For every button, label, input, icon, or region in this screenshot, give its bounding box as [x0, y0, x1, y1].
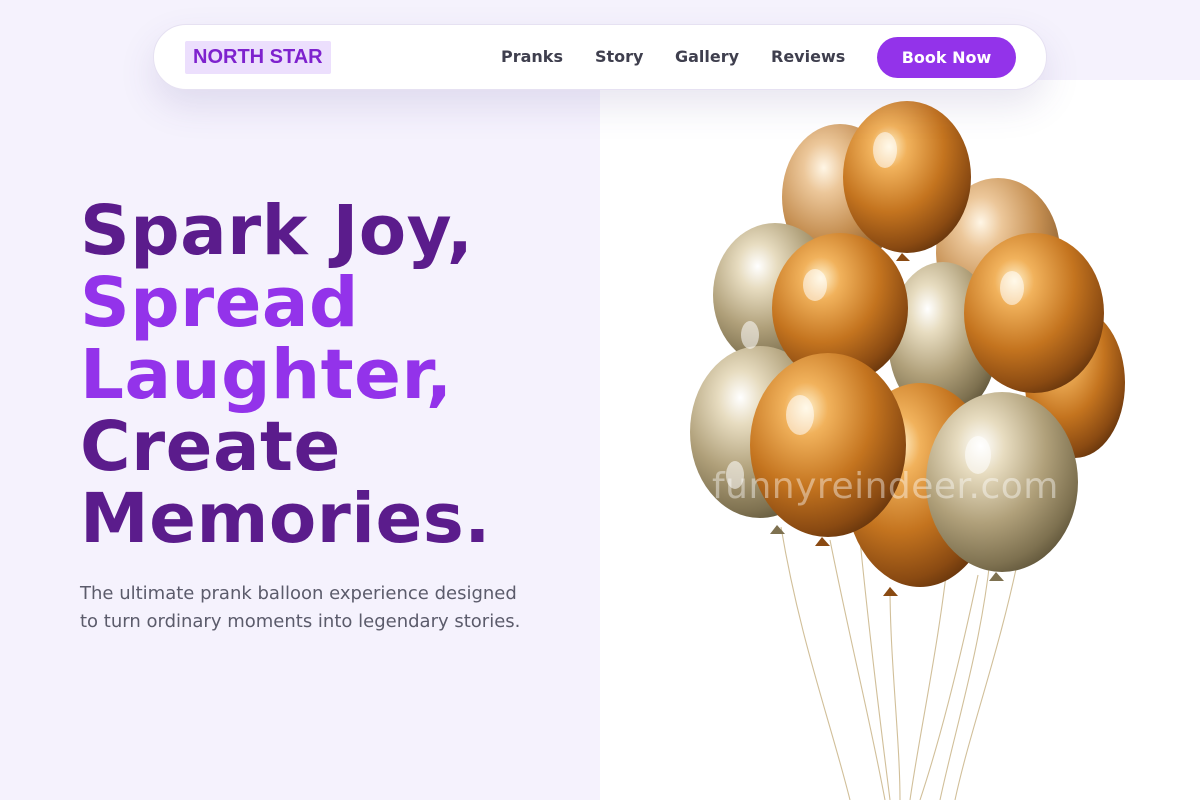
headline-line-3: Laughter,	[80, 335, 453, 415]
nav-link-reviews[interactable]: Reviews	[771, 47, 845, 67]
nav-link-story[interactable]: Story	[595, 47, 643, 67]
headline-line-1: Spark Joy,	[80, 191, 474, 271]
nav-link-gallery[interactable]: Gallery	[675, 47, 739, 67]
logo[interactable]: NORTH STAR	[185, 41, 331, 74]
balloons-image: funnyreindeer.com	[600, 80, 1200, 800]
headline-line-2: Spread	[80, 263, 359, 343]
nav-link-pranks[interactable]: Pranks	[501, 47, 563, 67]
headline-line-4: Create	[80, 407, 341, 487]
hero-subtext: The ultimate prank balloon experience de…	[80, 583, 521, 632]
headline-line-5: Memories.	[80, 479, 492, 559]
hero-headline: Spark Joy, Spread Laughter, Create Memor…	[80, 195, 491, 555]
top-navbar: NORTH STAR Pranks Story Gallery Reviews …	[153, 24, 1047, 90]
watermark-text: funnyreindeer.com	[712, 466, 1059, 507]
book-now-button[interactable]: Book Now	[877, 37, 1016, 78]
